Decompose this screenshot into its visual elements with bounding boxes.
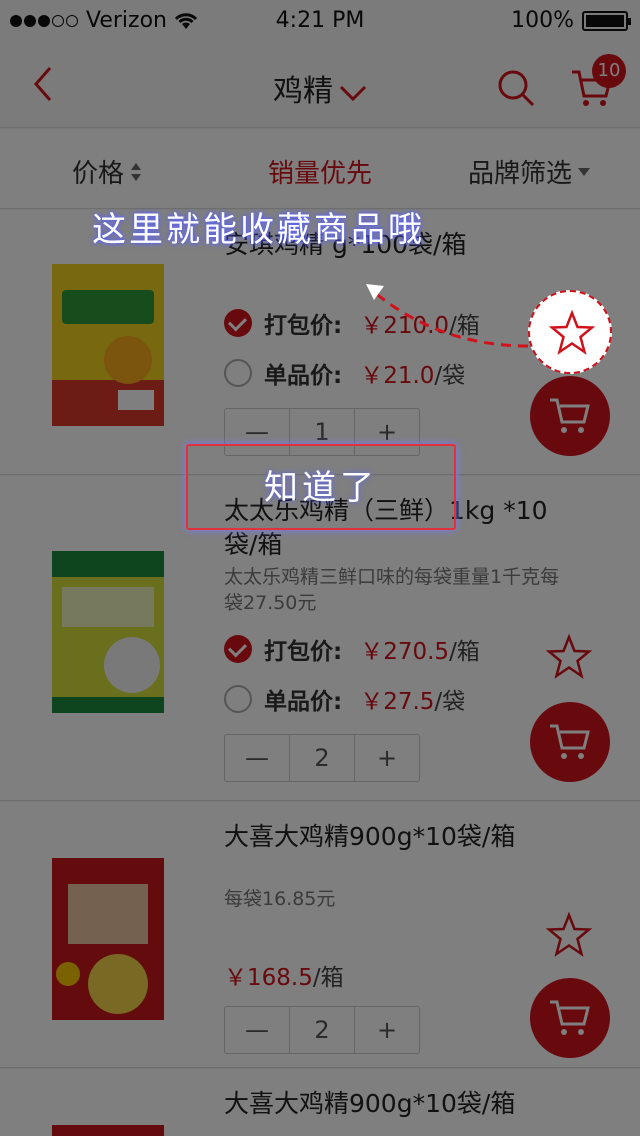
guide-overlay[interactable]	[0, 0, 640, 1136]
favorite-star-highlight[interactable]	[528, 290, 612, 374]
dashed-arrow-icon	[366, 284, 529, 348]
guide-tip-text: 这里就能收藏商品哦	[92, 210, 425, 250]
star-icon	[549, 310, 595, 355]
got-it-button[interactable]: 知道了	[186, 444, 456, 530]
